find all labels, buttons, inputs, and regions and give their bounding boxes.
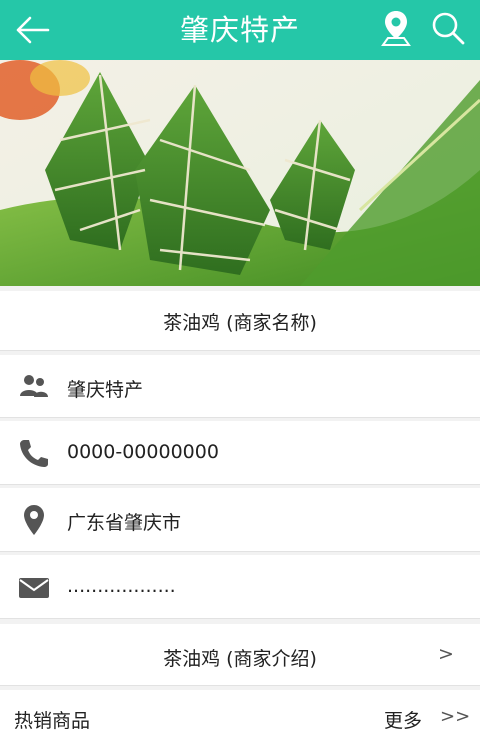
merchant-name-row: 茶油鸡 (商家名称) (0, 291, 480, 351)
merchant-name: 茶油鸡 (商家名称) (163, 312, 317, 334)
category-row: 肇庆特产 (0, 355, 480, 418)
address-text: 广东省肇庆市 (67, 512, 182, 534)
zongzi-photo (0, 60, 480, 286)
email-row[interactable]: .................. (0, 555, 480, 619)
merchant-intro-label: 茶油鸡 (商家介绍) (163, 648, 317, 670)
category-text: 肇庆特产 (67, 379, 144, 401)
chevron-right-icon: > (438, 643, 454, 665)
hot-products-title: 热销商品 (14, 710, 91, 732)
location-pin-icon (24, 505, 44, 535)
phone-number[interactable]: 0000-00000000 (67, 441, 219, 463)
address-row[interactable]: 广东省肇庆市 (0, 488, 480, 552)
email-text: .................. (67, 575, 176, 597)
double-chevron-right-icon[interactable]: >> (440, 706, 470, 727)
phone-icon (20, 440, 48, 467)
users-icon (20, 375, 48, 397)
more-link[interactable]: 更多 (384, 706, 422, 733)
mail-icon (19, 578, 49, 598)
banner-image (0, 60, 480, 286)
phone-row[interactable]: 0000-00000000 (0, 421, 480, 485)
hot-products-header: 热销商品 更多 >> (0, 690, 480, 750)
map-pin-icon[interactable] (378, 8, 414, 48)
search-icon[interactable] (428, 8, 468, 48)
merchant-intro-row[interactable]: 茶油鸡 (商家介绍) > (0, 624, 480, 686)
top-bar: 肇庆特产 (0, 0, 480, 60)
